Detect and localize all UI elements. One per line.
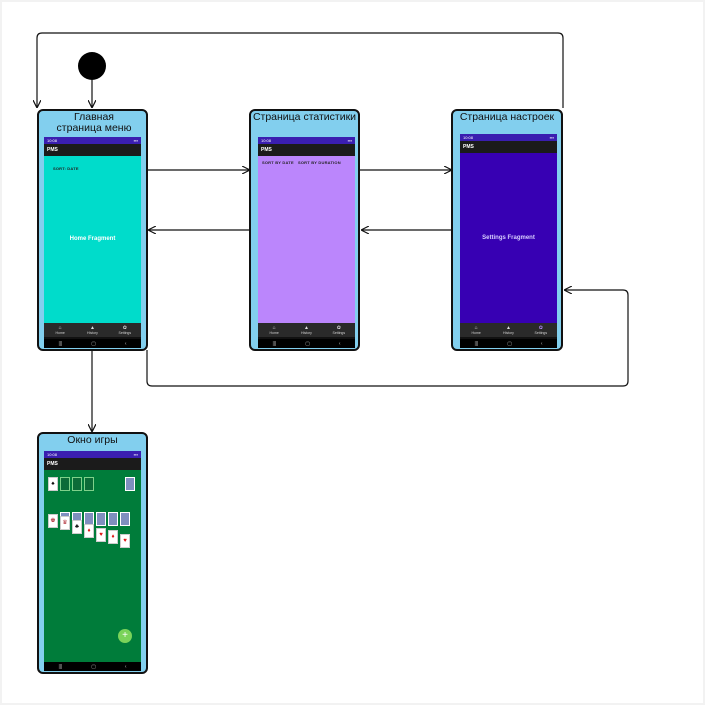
nav-settings[interactable]: ✿ Settings — [525, 323, 557, 337]
back-icon[interactable]: ‹ — [125, 664, 127, 670]
home-button-icon[interactable]: ▢ — [91, 664, 96, 670]
status-icons: ▪▪▪ — [347, 138, 352, 143]
game-board: ♠ ♚ ♛ ♣ ♦ ♥ ♦ ♥ + — [44, 470, 141, 662]
foundation-slot[interactable] — [60, 477, 70, 491]
app-title: PMS — [44, 458, 141, 470]
node-settings[interactable]: Страница настроек 10:08 ▪▪▪ PMS Settings … — [451, 109, 563, 351]
recents-icon[interactable]: ||| — [58, 341, 62, 347]
system-nav: ||| ▢ ‹ — [44, 339, 141, 348]
status-icons: ▪▪▪ — [133, 138, 138, 143]
home-button-icon[interactable]: ▢ — [305, 341, 310, 347]
node-home[interactable]: Главная страница меню 10:08 ▪▪▪ PMS SORT:… — [37, 109, 148, 351]
home-button-icon[interactable]: ▢ — [91, 341, 96, 347]
edge-settings-to-home-top — [37, 32, 564, 108]
phone-screen: 10:08 ▪▪▪ PMS ♠ ♚ ♛ ♣ ♦ ♥ ♦ ♥ + ||| ▢ ‹ — [44, 451, 141, 671]
tableau-card-back — [108, 512, 118, 526]
foundation-slot[interactable] — [84, 477, 94, 491]
app-title: PMS — [460, 141, 557, 153]
nav-settings[interactable]: ✿ Settings — [323, 323, 355, 337]
foundation-ace-card[interactable]: ♠ — [48, 477, 58, 491]
status-icons: ▪▪▪ — [549, 135, 554, 140]
tableau-card[interactable]: ♥ — [96, 528, 106, 542]
node-game[interactable]: Окно игры 10:08 ▪▪▪ PMS ♠ ♚ ♛ ♣ ♦ ♥ ♦ ♥ + — [37, 432, 148, 674]
nav-home[interactable]: ⌂ Home — [460, 323, 492, 337]
tableau-card[interactable]: ♦ — [108, 530, 118, 544]
recents-icon[interactable]: ||| — [474, 341, 478, 347]
start-node — [78, 52, 106, 80]
tableau-card-back — [96, 512, 106, 526]
fragment-label: Home Fragment — [69, 236, 116, 242]
home-button-icon[interactable]: ▢ — [507, 341, 512, 347]
fragment-label: Settings Fragment — [482, 235, 535, 241]
system-nav: ||| ▢ ‹ — [44, 662, 141, 671]
nav-history[interactable]: ▲ History — [290, 323, 322, 337]
nav-history[interactable]: ▲ History — [492, 323, 524, 337]
node-title: Окно игры — [67, 434, 118, 446]
tableau-card[interactable]: ♣ — [72, 520, 82, 534]
tableau-card[interactable]: ♚ — [48, 514, 58, 528]
recents-icon[interactable]: ||| — [58, 664, 62, 670]
add-fab-button[interactable]: + — [118, 629, 132, 643]
foundation-slot[interactable] — [72, 477, 82, 491]
phone-screen: 10:08 ▪▪▪ PMS SORT BY DATE SORT BY DURATI… — [258, 137, 355, 348]
bottom-nav: ⌂ Home ▲ History ✿ Settings — [44, 323, 141, 337]
recents-icon[interactable]: ||| — [272, 341, 276, 347]
app-title: PMS — [258, 144, 355, 156]
back-icon[interactable]: ‹ — [541, 341, 543, 347]
tableau-card-back — [120, 512, 130, 526]
node-stats[interactable]: Страница статистики 10:08 ▪▪▪ PMS SORT BY… — [249, 109, 360, 351]
tableau-card[interactable]: ♛ — [60, 516, 70, 530]
node-title: Страница статистики — [252, 111, 357, 123]
back-icon[interactable]: ‹ — [125, 341, 127, 347]
phone-screen: 10:08 ▪▪▪ PMS Settings Fragment ⌂ Home ▲ Hi… — [460, 134, 557, 348]
sort-by-duration-button[interactable]: SORT BY DURATION — [298, 160, 341, 165]
sort-label[interactable]: SORT: DATE — [53, 166, 79, 171]
node-title: Главная страница меню — [56, 111, 132, 134]
system-nav: ||| ▢ ‹ — [460, 339, 557, 348]
status-time: 10:08 — [261, 138, 272, 143]
home-content: SORT: DATE Home Fragment — [44, 156, 141, 323]
nav-history[interactable]: ▲ History — [76, 323, 108, 337]
nav-home[interactable]: ⌂ Home — [44, 323, 76, 337]
node-title: Страница настроек — [459, 111, 555, 123]
back-icon[interactable]: ‹ — [339, 341, 341, 347]
sort-by-date-button[interactable]: SORT BY DATE — [262, 160, 294, 165]
status-icons: ▪▪▪ — [133, 452, 138, 457]
settings-content: Settings Fragment — [460, 153, 557, 323]
nav-settings[interactable]: ✿ Settings — [109, 323, 141, 337]
stats-content: SORT BY DATE SORT BY DURATION — [258, 156, 355, 323]
tableau-card[interactable]: ♦ — [84, 524, 94, 538]
status-time: 10:08 — [463, 135, 474, 140]
bottom-nav: ⌂ Home ▲ History ✿ Settings — [460, 323, 557, 337]
stock-pile[interactable] — [125, 477, 135, 491]
app-title: PMS — [44, 144, 141, 156]
nav-home[interactable]: ⌂ Home — [258, 323, 290, 337]
system-nav: ||| ▢ ‹ — [258, 339, 355, 348]
phone-screen: 10:08 ▪▪▪ PMS SORT: DATE Home Fragment ⌂ H… — [44, 137, 141, 348]
tableau-card[interactable]: ♥ — [120, 534, 130, 548]
status-time: 10:08 — [47, 452, 58, 457]
status-time: 10:08 — [47, 138, 58, 143]
bottom-nav: ⌂ Home ▲ History ✿ Settings — [258, 323, 355, 337]
